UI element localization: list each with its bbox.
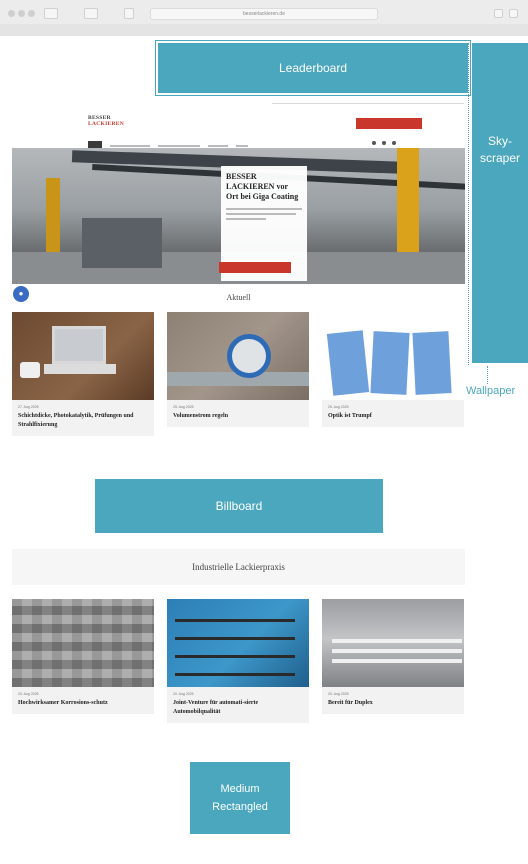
wallpaper-guide-line: [468, 43, 469, 365]
laptop-image-screen: [52, 326, 106, 364]
article-card[interactable]: 20. Aug 2025 Bereit für Duplex: [322, 599, 464, 714]
user-icon[interactable]: [382, 141, 386, 145]
tabs-icon[interactable]: [509, 9, 518, 18]
article-title[interactable]: Schichtdicke, Photokatalytik, Prüfungen …: [12, 409, 154, 436]
browser-chrome: besserlackieren.de: [0, 0, 528, 36]
corrosion-pattern-image: [12, 599, 154, 687]
article-title[interactable]: Volumenstrom regeln: [167, 409, 309, 427]
section-title-news: Aktuell: [226, 293, 251, 302]
article-image: [322, 312, 464, 400]
flow-meter-image: [227, 334, 271, 378]
ad-medium-rect-label-1: Medium: [220, 783, 260, 795]
hero-title: BESSER LACKIEREN vor Ort bei Giga Coatin…: [226, 172, 299, 201]
blue-sheet-image: [412, 331, 452, 395]
article-card[interactable]: 20. Aug 2025 Hochwirksamer Korrosions-sc…: [12, 599, 154, 714]
hall-beam-image: [332, 649, 462, 653]
header-divider: [272, 103, 464, 104]
menu-icon[interactable]: [392, 141, 396, 145]
ad-skyscraper-label-1: Sky-: [487, 134, 512, 148]
article-title[interactable]: Optik ist Trumpf: [322, 409, 464, 427]
ad-billboard-label: Billboard: [215, 499, 263, 513]
rack-rod-image: [175, 619, 295, 622]
article-meta: 20. Aug 2025: [173, 692, 194, 696]
menu-item-1[interactable]: [110, 144, 150, 147]
back-button-icon[interactable]: [44, 8, 58, 19]
window-controls[interactable]: [8, 10, 35, 17]
article-image: [167, 599, 309, 687]
rack-rod-image: [175, 637, 295, 640]
article-card[interactable]: 25. Aug 2025 Volumenstrom regeln: [167, 312, 309, 427]
tab-bar[interactable]: [0, 24, 528, 36]
article-image: [322, 599, 464, 687]
rack-rod-image: [175, 673, 295, 676]
article-title[interactable]: Hochwirksamer Korrosions-schutz: [12, 696, 154, 714]
logo-line-2: LACKIEREN: [88, 121, 125, 127]
article-title[interactable]: Joint-Venture für automati-sierte Automo…: [167, 696, 309, 723]
ad-medium-rect-label-2: Rectangled: [212, 801, 268, 813]
address-bar[interactable]: besserlackieren.de: [150, 8, 378, 20]
sidebar-icon[interactable]: [84, 8, 98, 19]
reload-icon[interactable]: [124, 8, 134, 19]
laptop-image-base: [44, 364, 116, 374]
ad-skyscraper: Sky-scraper: [472, 43, 528, 363]
menu-item-4[interactable]: [236, 144, 248, 147]
wallpaper-connector-line: [487, 366, 488, 384]
article-image: [12, 599, 154, 687]
rack-rod-image: [175, 655, 295, 658]
article-card[interactable]: 20. Aug 2025 Joint-Venture für automati-…: [167, 599, 309, 723]
blue-sheet-image: [370, 331, 410, 395]
menu-item-3[interactable]: [208, 144, 228, 147]
article-image: [167, 312, 309, 400]
blue-sheet-image: [326, 330, 370, 396]
site-logo[interactable]: BESSER LACKIEREN: [88, 115, 124, 127]
header-cta-button[interactable]: [356, 118, 422, 129]
ad-skyscraper-label-2: scraper: [479, 151, 520, 165]
cup-image: [20, 362, 40, 378]
ad-billboard: Billboard: [95, 479, 383, 533]
article-title[interactable]: Bereit für Duplex: [322, 696, 464, 714]
ad-leaderboard: Leaderboard: [155, 40, 471, 96]
hero-machine: [82, 218, 162, 268]
article-card[interactable]: 25. Aug 2025 Optik ist Trumpf: [322, 312, 464, 427]
header-icons: [372, 141, 396, 145]
article-card[interactable]: 27. Aug 2025 Schichtdicke, Photokatalyti…: [12, 312, 154, 436]
menu-item-2[interactable]: [158, 144, 200, 147]
hall-beam-image: [332, 639, 462, 643]
article-meta: 20. Aug 2025: [18, 692, 39, 696]
hall-beam-image: [332, 659, 462, 663]
section-title-practice: Industrielle Lackierpraxis: [12, 549, 465, 585]
search-icon[interactable]: [372, 141, 376, 145]
browser-actions: [494, 9, 518, 18]
article-meta: 25. Aug 2025: [328, 405, 349, 409]
share-icon[interactable]: [494, 9, 503, 18]
article-meta: 25. Aug 2025: [173, 405, 194, 409]
ad-leaderboard-label: Leaderboard: [278, 61, 348, 75]
hero-text-lines: [226, 208, 302, 220]
ad-medium-rectangle: Medium Rectangled: [190, 762, 290, 834]
article-image: [12, 312, 154, 400]
article-meta: 20. Aug 2025: [328, 692, 349, 696]
article-meta: 27. Aug 2025: [18, 405, 39, 409]
hero-read-more-button[interactable]: [219, 262, 291, 273]
ad-wallpaper-label: Wallpaper: [466, 385, 516, 397]
